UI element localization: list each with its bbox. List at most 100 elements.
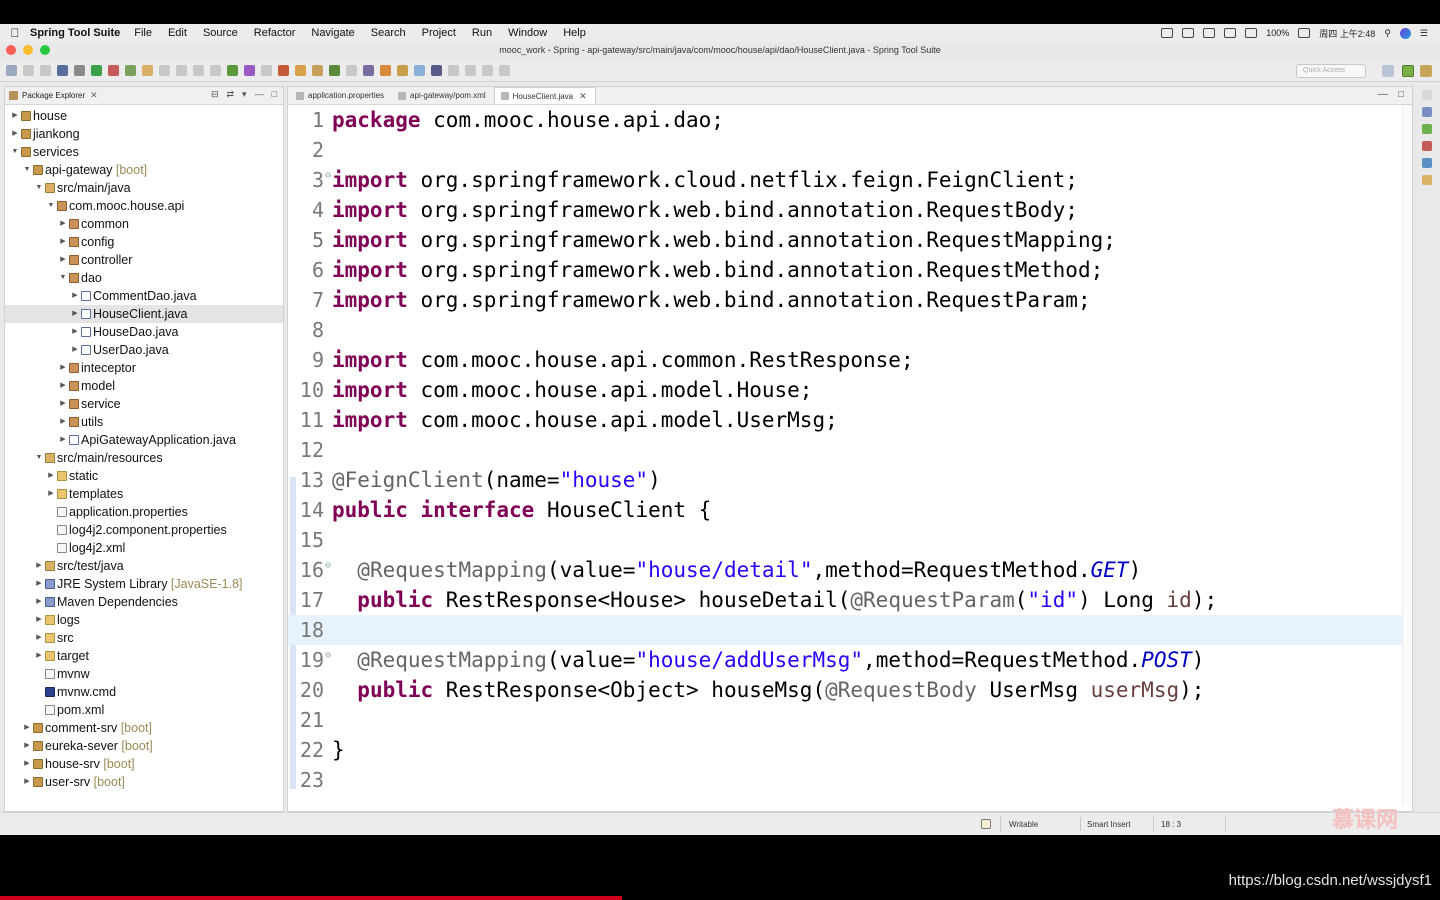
package-explorer-tab[interactable]: Package Explorer ✕ ⊟ ⇄ ▾ — □ bbox=[5, 87, 283, 105]
outline-icon[interactable] bbox=[1422, 107, 1432, 117]
close-icon[interactable]: ✕ bbox=[90, 90, 98, 101]
video-progress-bar[interactable] bbox=[0, 896, 623, 900]
collapsed-arrow-icon[interactable]: ▶ bbox=[59, 215, 67, 233]
tree-item[interactable]: ▼ src/main/resources bbox=[5, 449, 283, 467]
search-icon[interactable] bbox=[380, 65, 391, 76]
open-perspective-icon[interactable] bbox=[1382, 65, 1394, 77]
tree-item[interactable]: ▶ templates bbox=[5, 485, 283, 503]
menu-run[interactable]: Run bbox=[472, 27, 492, 39]
collapsed-arrow-icon[interactable]: ▶ bbox=[35, 575, 43, 593]
wifi-icon[interactable] bbox=[1245, 28, 1258, 38]
maximize-editor-icon[interactable]: □ bbox=[1398, 89, 1404, 100]
code-line[interactable]: 20 public RestResponse<Object> houseMsg(… bbox=[288, 675, 1402, 705]
problems-icon[interactable] bbox=[1422, 141, 1432, 151]
tree-item[interactable]: ▶ target bbox=[5, 647, 283, 665]
open-task-icon[interactable] bbox=[363, 65, 374, 76]
tree-item[interactable]: pom.xml bbox=[5, 701, 283, 719]
menu-source[interactable]: Source bbox=[203, 27, 238, 39]
fold-toggle-icon[interactable]: ⊖ bbox=[325, 161, 331, 191]
app-name[interactable]: Spring Tool Suite bbox=[30, 27, 120, 39]
tree-item[interactable]: log4j2.component.properties bbox=[5, 521, 283, 539]
save-icon[interactable] bbox=[23, 65, 34, 76]
external-tools-icon[interactable] bbox=[278, 65, 289, 76]
expanded-arrow-icon[interactable]: ▼ bbox=[11, 143, 19, 161]
whitespace-icon[interactable] bbox=[193, 65, 204, 76]
annotation-icon[interactable] bbox=[397, 65, 408, 76]
menu-file[interactable]: File bbox=[134, 27, 152, 39]
new-icon[interactable] bbox=[6, 65, 17, 76]
menu-edit[interactable]: Edit bbox=[168, 27, 187, 39]
spring-explorer-icon[interactable] bbox=[1422, 124, 1432, 134]
tree-item[interactable]: ▶ house bbox=[5, 107, 283, 125]
tree-item[interactable]: ▼ dao bbox=[5, 269, 283, 287]
editor-tab[interactable]: HouseClient.java ✕ bbox=[493, 87, 596, 104]
tree-item[interactable]: ▶ CommentDao.java bbox=[5, 287, 283, 305]
input-method-icon[interactable] bbox=[1224, 28, 1237, 38]
tree-item[interactable]: ▶ inteceptor bbox=[5, 359, 283, 377]
collapsed-arrow-icon[interactable]: ▶ bbox=[23, 719, 31, 737]
prev-annotation-icon[interactable] bbox=[448, 65, 459, 76]
debug-icon[interactable] bbox=[227, 65, 238, 76]
next-annotation-icon[interactable] bbox=[431, 65, 442, 76]
tree-item[interactable]: application.properties bbox=[5, 503, 283, 521]
menu-navigate[interactable]: Navigate bbox=[311, 27, 354, 39]
expanded-arrow-icon[interactable]: ▼ bbox=[59, 269, 67, 287]
collapsed-arrow-icon[interactable]: ▶ bbox=[59, 251, 67, 269]
spotlight-search-icon[interactable]: ⚲ bbox=[1384, 28, 1391, 39]
code-line[interactable]: 17 public RestResponse<House> houseDetai… bbox=[288, 585, 1402, 615]
collapsed-arrow-icon[interactable]: ▶ bbox=[11, 107, 19, 125]
restore-icon[interactable] bbox=[1422, 90, 1432, 100]
collapsed-arrow-icon[interactable]: ▶ bbox=[23, 773, 31, 791]
collapsed-arrow-icon[interactable]: ▶ bbox=[59, 359, 67, 377]
skip-breakpoints-icon[interactable] bbox=[74, 65, 85, 76]
collapsed-arrow-icon[interactable]: ▶ bbox=[59, 413, 67, 431]
tree-item[interactable]: ▶ service bbox=[5, 395, 283, 413]
apple-icon[interactable]:  bbox=[0, 26, 30, 40]
spring-perspective-icon[interactable] bbox=[1402, 65, 1414, 77]
collapsed-arrow-icon[interactable]: ▶ bbox=[35, 647, 43, 665]
expanded-arrow-icon[interactable]: ▼ bbox=[23, 161, 31, 179]
declaration-icon[interactable] bbox=[1422, 175, 1432, 185]
tree-item[interactable]: ▶ user-srv [boot] bbox=[5, 773, 283, 791]
minimize-editor-icon[interactable]: — bbox=[1378, 89, 1388, 100]
code-line[interactable]: 5 import org.springframework.web.bind.ann… bbox=[288, 225, 1402, 255]
code-line[interactable]: 6 import org.springframework.web.bind.ann… bbox=[288, 255, 1402, 285]
toggle-mark-icon[interactable] bbox=[159, 65, 170, 76]
new-package-icon[interactable] bbox=[312, 65, 323, 76]
collapsed-arrow-icon[interactable]: ▶ bbox=[35, 593, 43, 611]
collapsed-arrow-icon[interactable]: ▶ bbox=[71, 323, 79, 341]
collapsed-arrow-icon[interactable]: ▶ bbox=[59, 377, 67, 395]
screen-record-icon[interactable] bbox=[1161, 28, 1174, 38]
tree-item[interactable]: mvnw bbox=[5, 665, 283, 683]
tree-item[interactable]: ▶ comment-srv [boot] bbox=[5, 719, 283, 737]
notification-center-icon[interactable]: ☰ bbox=[1420, 28, 1428, 39]
code-line[interactable]: 19 ⊖ @RequestMapping(value="house/addUser… bbox=[288, 645, 1402, 675]
collapsed-arrow-icon[interactable]: ▶ bbox=[47, 485, 55, 503]
tree-item[interactable]: ▼ api-gateway [boot] bbox=[5, 161, 283, 179]
menu-search[interactable]: Search bbox=[371, 27, 406, 39]
collapsed-arrow-icon[interactable]: ▶ bbox=[59, 395, 67, 413]
back-icon[interactable] bbox=[482, 65, 493, 76]
menu-window[interactable]: Window bbox=[508, 27, 547, 39]
collapsed-arrow-icon[interactable]: ▶ bbox=[35, 629, 43, 647]
tree-item[interactable]: ▶ utils bbox=[5, 413, 283, 431]
share-icon[interactable] bbox=[1182, 28, 1195, 38]
tree-item[interactable]: ▶ house-srv [boot] bbox=[5, 755, 283, 773]
editor-tab[interactable]: application.properties bbox=[290, 87, 392, 104]
collapsed-arrow-icon[interactable]: ▶ bbox=[11, 125, 19, 143]
show-whitespace-icon[interactable] bbox=[210, 65, 221, 76]
spring-icon[interactable] bbox=[142, 65, 153, 76]
open-type-icon[interactable] bbox=[346, 65, 357, 76]
view-menu-icon[interactable]: ▾ bbox=[242, 89, 247, 100]
collapsed-arrow-icon[interactable]: ▶ bbox=[23, 737, 31, 755]
expanded-arrow-icon[interactable]: ▼ bbox=[35, 179, 43, 197]
insert-mode[interactable]: Smart Insert bbox=[1087, 820, 1131, 829]
tree-item[interactable]: ▶ eureka-sever [boot] bbox=[5, 737, 283, 755]
code-line[interactable]: 14 public interface HouseClient { bbox=[288, 495, 1402, 525]
tree-item[interactable]: ▶ model bbox=[5, 377, 283, 395]
code-line[interactable]: 22} bbox=[288, 735, 1402, 765]
tree-item[interactable]: ▶ src bbox=[5, 629, 283, 647]
expanded-arrow-icon[interactable]: ▼ bbox=[35, 449, 43, 467]
tree-item[interactable]: ▶ JRE System Library [JavaSE-1.8] bbox=[5, 575, 283, 593]
collapsed-arrow-icon[interactable]: ▶ bbox=[71, 287, 79, 305]
